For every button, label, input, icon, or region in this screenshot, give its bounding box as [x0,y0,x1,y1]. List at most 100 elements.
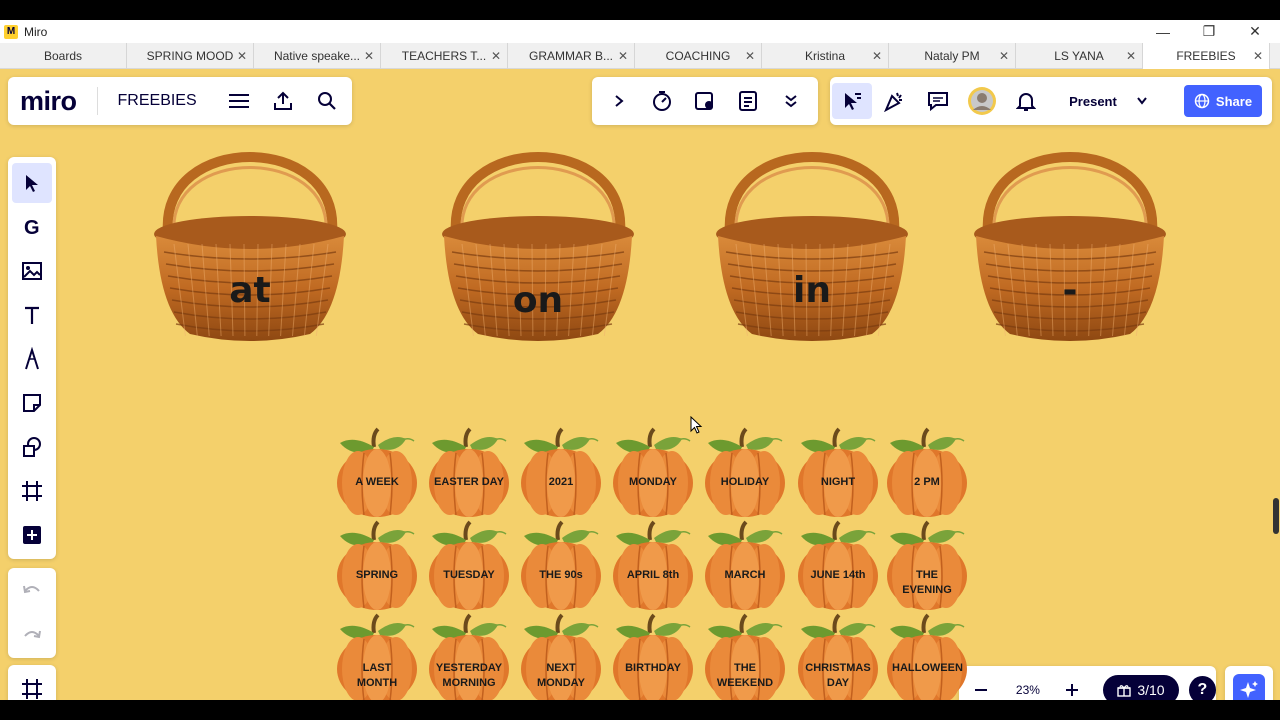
tab-4[interactable]: GRAMMAR B... ✕ [508,43,635,69]
pumpkin-label: TUESDAY [443,569,495,581]
text-tool-icon[interactable] [12,295,52,335]
pumpkin-card[interactable]: THE WEEKEND [702,611,788,700]
pumpkin-label: THE EVENING [902,569,952,596]
minimize-button[interactable]: — [1140,20,1186,43]
tab-1[interactable]: SPRING MOOD ✕ [127,43,254,69]
pumpkin-label: MONDAY [629,476,677,488]
basket-2[interactable]: in [712,112,912,352]
zoom-in-icon[interactable] [1052,670,1091,700]
image-upload-icon[interactable] [12,251,52,291]
tab-label: FREEBIES [1176,49,1236,63]
header-divider [96,87,98,115]
pumpkin-card[interactable]: HOLIDAY [702,425,788,519]
present-button[interactable]: Present [1058,94,1128,109]
tab-close-icon[interactable]: ✕ [491,49,501,63]
pumpkin-label: HALLOWEEN [892,662,963,674]
frame-counter-label: 3/10 [1137,682,1165,698]
tab-2[interactable]: Native speake... ✕ [254,43,381,69]
basket-0[interactable]: at [150,112,350,352]
restore-button[interactable]: ❐ [1186,20,1232,43]
tab-3[interactable]: TEACHERS T... ✕ [381,43,508,69]
tab-8[interactable]: LS YANA ✕ [1016,43,1143,69]
vertical-scrollbar[interactable] [1273,498,1279,534]
miro-logo[interactable]: miro [20,86,77,117]
screen-letterbox [0,700,1280,720]
pumpkin-card[interactable]: NEXT MONDAY [518,611,604,700]
tab-close-icon[interactable]: ✕ [618,49,628,63]
tab-close-icon[interactable]: ✕ [1253,49,1263,63]
creation-toolbar: G [8,157,56,559]
pumpkin-card[interactable]: TUESDAY [426,518,512,612]
pumpkin-card[interactable]: BIRTHDAY [610,611,696,700]
pumpkin-card[interactable]: MARCH [702,518,788,612]
sparkle-icon[interactable] [1233,674,1265,700]
tab-label: LS YANA [1054,49,1104,63]
tab-label: Boards [43,49,83,63]
sticky-note-icon[interactable] [12,383,52,423]
pumpkin-card[interactable]: A WEEK [334,425,420,519]
tab-label: TEACHERS T... [401,49,487,63]
pumpkin-card[interactable]: YESTERDAY MORNING [426,611,512,700]
pumpkin-label: A WEEK [355,476,399,488]
redo-icon[interactable] [12,616,52,656]
pumpkin-label: LAST MONTH [356,662,398,689]
tab-6[interactable]: Kristina ✕ [762,43,889,69]
basket-label: at [229,270,271,311]
pumpkin-label: THE 90s [539,569,583,581]
basket-1[interactable]: on [438,112,638,352]
basket-label: in [793,270,831,311]
frames-panel-toggle [8,665,56,700]
pumpkin-card[interactable]: THE EVENING [884,518,970,612]
tab-7[interactable]: Nataly PM ✕ [889,43,1016,69]
frames-list-icon[interactable] [12,669,52,700]
tab-label: Native speake... [273,49,361,63]
tab-close-icon[interactable]: ✕ [745,49,755,63]
frame-counter-button[interactable]: 3/10 [1103,675,1179,700]
tab-9[interactable]: FREEBIES ✕ [1143,43,1270,69]
tab-close-icon[interactable]: ✕ [872,49,882,63]
window-title: Miro [24,24,48,39]
pumpkin-card[interactable]: HALLOWEEN [884,611,970,700]
pumpkin-card[interactable]: 2021 [518,425,604,519]
help-button[interactable]: ? [1188,676,1216,700]
pumpkin-label: THE WEEKEND [716,662,774,689]
frame-tool-icon[interactable] [12,471,52,511]
google-drive-icon[interactable]: G [12,207,52,247]
gift-icon [1117,685,1132,697]
pumpkin-label: SPRING [355,569,399,581]
select-tool-icon[interactable] [12,163,52,203]
tab-label: SPRING MOOD [146,49,234,63]
tab-close-icon[interactable]: ✕ [237,49,247,63]
pumpkin-card[interactable]: THE 90s [518,518,604,612]
pumpkin-card[interactable]: MONDAY [610,425,696,519]
pumpkin-card[interactable]: CHRISTMAS DAY [795,611,881,700]
undo-icon[interactable] [12,571,52,611]
tab-0[interactable]: Boards [0,43,127,69]
title-bar: M Miro — ❐ ✕ [0,20,1280,43]
tab-close-icon[interactable]: ✕ [364,49,374,63]
pumpkin-card[interactable]: NIGHT [795,425,881,519]
timer-icon[interactable] [641,81,684,121]
basket-3[interactable]: - [970,112,1170,352]
chevron-down-icon[interactable] [1128,96,1156,106]
more-tools-icon[interactable] [12,515,52,555]
pumpkin-card[interactable]: JUNE 14th [795,518,881,612]
pumpkin-card[interactable]: SPRING [334,518,420,612]
share-button[interactable]: Share [1184,85,1262,117]
shapes-icon[interactable] [12,427,52,467]
comment-icon[interactable] [916,81,960,121]
pen-tool-icon[interactable] [12,339,52,379]
pumpkin-card[interactable]: LAST MONTH [334,611,420,700]
pumpkin-card[interactable]: 2 PM [884,425,970,519]
globe-icon [1194,93,1210,109]
tab-5[interactable]: COACHING ✕ [635,43,762,69]
pumpkin-card[interactable]: EASTER DAY [426,425,512,519]
pumpkin-label: MARCH [724,569,766,581]
tab-close-icon[interactable]: ✕ [999,49,1009,63]
close-window-button[interactable]: ✕ [1232,20,1278,43]
pumpkin-card[interactable]: APRIL 8th [610,518,696,612]
svg-text:G: G [24,217,40,237]
board-name[interactable]: FREEBIES [118,92,197,110]
zoom-level[interactable]: 23% [1004,683,1053,697]
tab-close-icon[interactable]: ✕ [1126,49,1136,63]
